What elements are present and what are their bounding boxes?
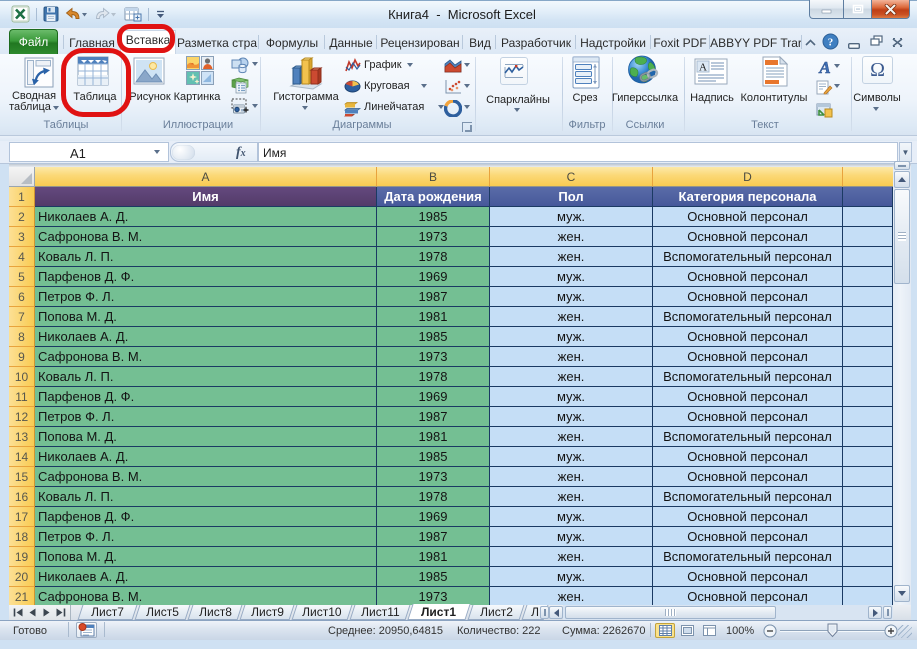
svg-text:A: A	[699, 62, 707, 74]
svg-text:?: ?	[828, 37, 834, 49]
svg-text:A: A	[818, 58, 830, 76]
